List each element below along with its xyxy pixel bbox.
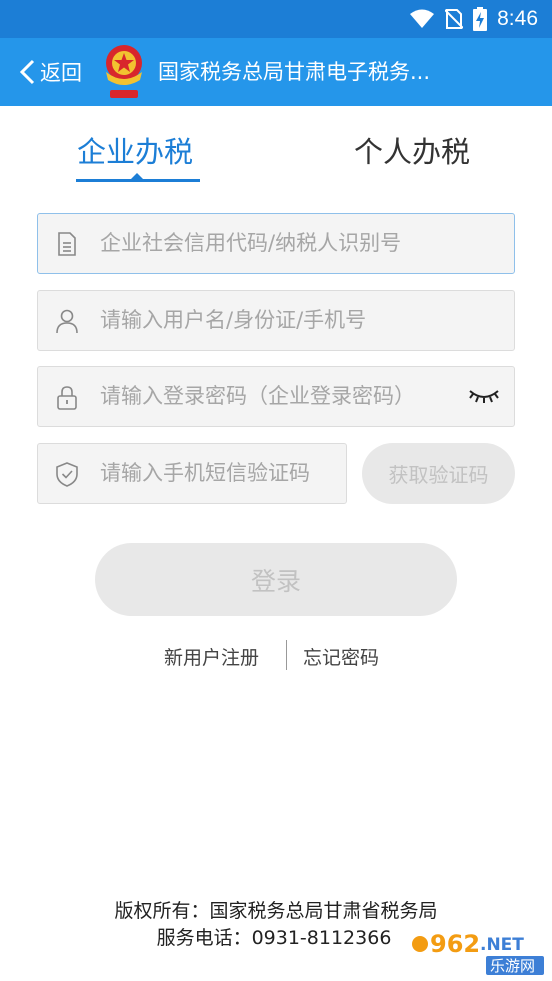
username-placeholder: 请输入用户名/身份证/手机号	[100, 308, 367, 332]
copyright-text: 版权所有：国家税务总局甘肃省税务局	[114, 900, 438, 922]
lock-icon	[57, 386, 77, 410]
title-bar: 返回 国家税务总局甘肃电子税务...	[0, 38, 552, 106]
login-type-tabs: 企业办税 个人办税	[0, 106, 552, 190]
watermark-brand-text: 962	[430, 930, 480, 958]
password-placeholder: 请输入登录密码（企业登录密码）	[100, 384, 415, 408]
wifi-icon	[410, 9, 435, 28]
get-sms-code-button[interactable]: 获取验证码	[362, 443, 515, 504]
tab-enterprise[interactable]: 企业办税	[77, 134, 193, 170]
watermark-sub-text: 乐游网	[490, 957, 535, 975]
register-link[interactable]: 新用户注册	[164, 643, 259, 670]
status-bar: 8:46	[0, 0, 552, 38]
document-icon	[58, 232, 76, 256]
page-title: 国家税务总局甘肃电子税务...	[158, 60, 431, 84]
watermark-logo: 962 .NET 乐游网	[412, 930, 544, 975]
battery-charging-icon	[473, 7, 488, 31]
no-sim-icon	[445, 9, 464, 29]
login-button[interactable]: 登录	[95, 543, 457, 616]
status-time: 8:46	[497, 7, 538, 30]
eye-closed-icon[interactable]	[468, 385, 500, 407]
credit-code-placeholder: 企业社会信用代码/纳税人识别号	[100, 231, 402, 255]
back-button[interactable]: 返回	[18, 38, 82, 106]
link-divider	[286, 640, 287, 670]
sms-code-field[interactable]: 请输入手机短信验证码	[37, 443, 347, 504]
watermark-brand: 962 .NET	[412, 930, 524, 958]
tab-personal[interactable]: 个人办税	[354, 134, 470, 170]
username-field[interactable]: 请输入用户名/身份证/手机号	[37, 290, 515, 351]
watermark-suffix-text: .NET	[480, 935, 524, 955]
forgot-password-link[interactable]: 忘记密码	[303, 643, 379, 670]
account-links: 新用户注册 忘记密码	[0, 640, 552, 670]
password-field[interactable]: 请输入登录密码（企业登录密码）	[37, 366, 515, 427]
tab-indicator	[76, 179, 200, 182]
tax-emblem-logo	[106, 45, 142, 98]
sms-code-placeholder: 请输入手机短信验证码	[100, 461, 310, 485]
user-icon	[56, 309, 78, 334]
back-label: 返回	[40, 61, 82, 85]
chevron-left-icon	[19, 59, 35, 85]
credit-code-field[interactable]: 企业社会信用代码/纳税人识别号	[37, 213, 515, 274]
shield-check-icon	[56, 462, 78, 487]
status-icons: 8:46	[409, 0, 538, 38]
